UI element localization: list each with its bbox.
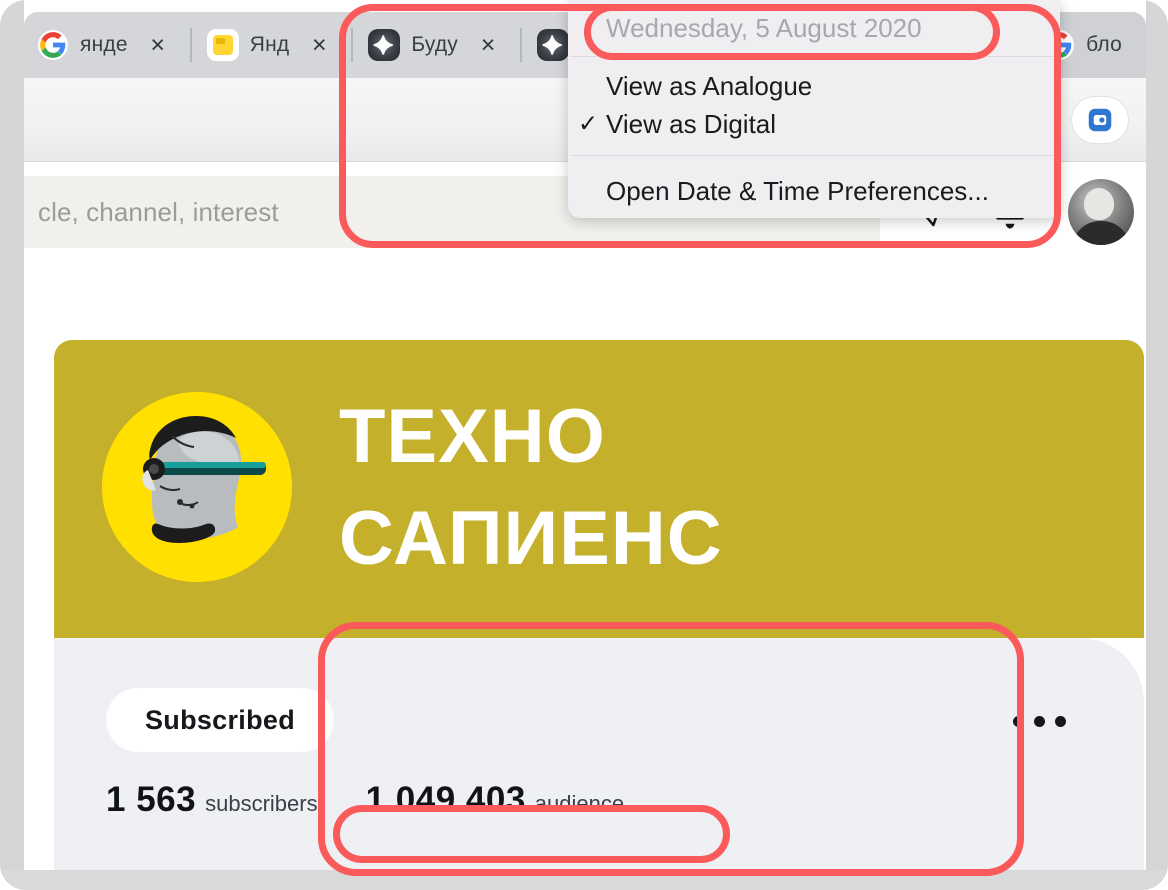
subscribers-stat: 1 563 subscribers	[106, 780, 318, 820]
tab-title: янде	[80, 33, 128, 56]
browser-window: янде × Янд × Буду × бло cle, channel, in…	[0, 0, 1168, 890]
browser-tab-3[interactable]: Буду ×	[361, 12, 512, 78]
sparkle-icon	[367, 28, 401, 62]
more-options-icon[interactable]	[1013, 716, 1066, 727]
google-icon	[36, 28, 70, 62]
audience-count: 1 049 403	[365, 780, 526, 819]
subscribers-count: 1 563	[106, 780, 197, 819]
tab-close-button[interactable]: ×	[301, 27, 337, 63]
channel-info-card: Subscribed 1 563 subscribers 1 049 403 a…	[54, 638, 1144, 870]
tab-separator	[189, 28, 192, 62]
menu-item-label: View as Digital	[606, 108, 777, 139]
channel-avatar	[102, 392, 292, 582]
browser-tab-1[interactable]: янде ×	[30, 12, 182, 78]
yandex-zen-icon	[206, 28, 240, 62]
page-content: cle, channel, interest ТЕХНО САПИЕНС Sub…	[24, 162, 1146, 870]
extension-icon[interactable]	[1072, 96, 1128, 143]
tab-title: Буду	[411, 33, 459, 56]
tab-title: бло	[1086, 33, 1122, 56]
channel-banner: ТЕХНО САПИЕНС	[54, 340, 1144, 638]
tab-separator	[520, 28, 523, 62]
tab-close-button[interactable]: ×	[140, 27, 176, 63]
menu-item-label: Open Date & Time Preferences...	[606, 175, 989, 206]
checkmark-icon: ✓	[578, 110, 599, 138]
menu-item-label: View as Analogue	[606, 70, 813, 101]
channel-banner-title: ТЕХНО САПИЕНС	[339, 394, 723, 581]
datetime-dropdown-menu: Wednesday, 5 August 2020 View as Analogu…	[568, 0, 1060, 218]
window-edge-bottom	[0, 870, 1168, 890]
audience-label: audience	[534, 791, 625, 816]
menu-date-label: Wednesday, 5 August 2020	[606, 12, 922, 43]
search-placeholder: cle, channel, interest	[38, 196, 279, 227]
tab-title: Янд	[249, 33, 290, 56]
menu-item-open-datetime-preferences[interactable]: Open Date & Time Preferences...	[568, 172, 1060, 210]
subscribers-label: subscribers	[205, 791, 318, 816]
browser-tab-2[interactable]: Янд ×	[200, 12, 344, 78]
tab-separator	[351, 28, 354, 62]
user-avatar[interactable]	[1068, 179, 1134, 245]
tab-close-button[interactable]: ×	[470, 27, 506, 63]
channel-stats: 1 563 subscribers 1 049 403 audience	[106, 780, 624, 820]
subscribe-button[interactable]: Subscribed	[106, 688, 334, 752]
menu-item-view-as-analogue[interactable]: View as Analogue	[568, 67, 1060, 105]
sparkle-icon	[536, 28, 570, 62]
menu-item-view-as-digital[interactable]: ✓ View as Digital	[568, 105, 1060, 143]
window-edge-left	[0, 0, 24, 890]
window-edge-right	[1146, 0, 1168, 890]
audience-stat: 1 049 403 audience	[366, 780, 625, 820]
